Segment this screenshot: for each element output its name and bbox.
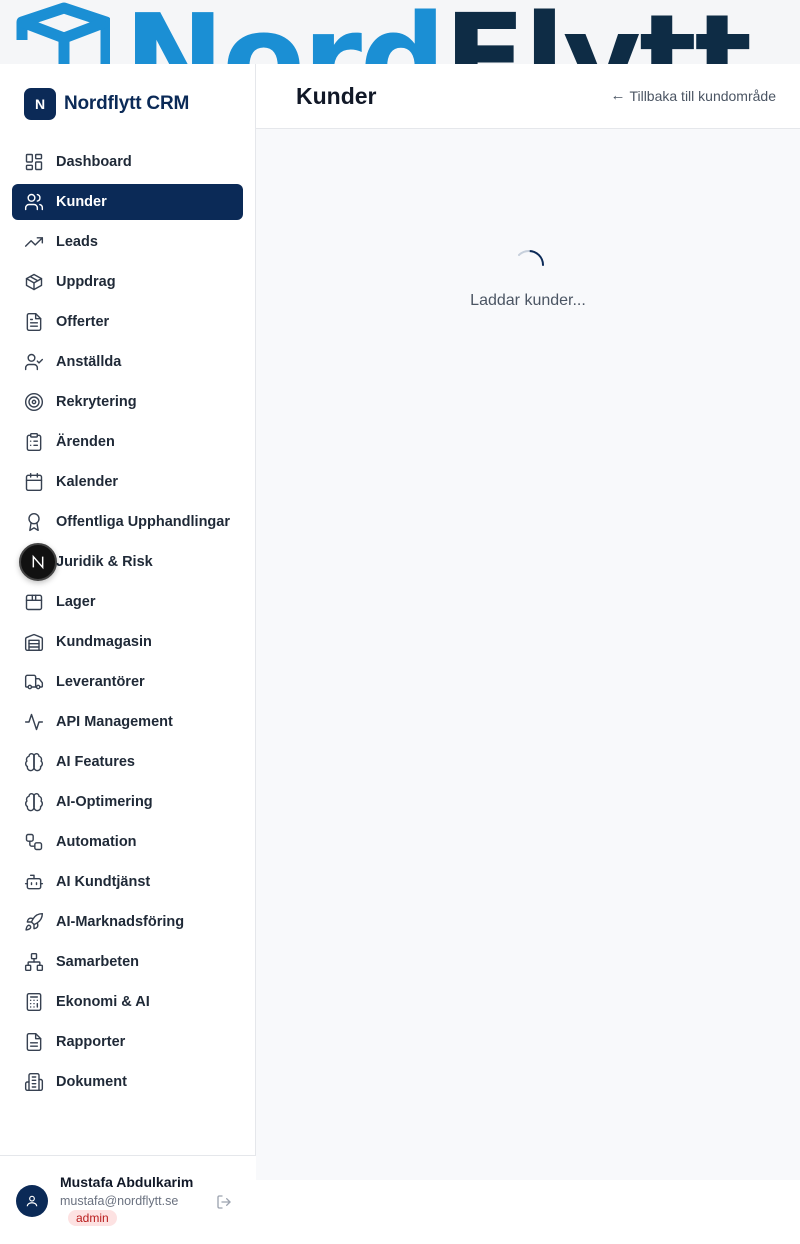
brand[interactable]: N Nordflytt CRM bbox=[24, 88, 189, 120]
calendar-icon bbox=[24, 472, 44, 492]
logout-button[interactable] bbox=[214, 1192, 234, 1212]
sidebar-item-label: Offerter bbox=[56, 314, 110, 330]
sidebar-item-offerter[interactable]: Offerter bbox=[12, 304, 243, 340]
rocket-icon bbox=[24, 912, 44, 932]
logout-icon bbox=[217, 1195, 231, 1209]
target-icon bbox=[24, 392, 44, 412]
workflow-icon bbox=[24, 832, 44, 852]
loading-text: Laddar kunder... bbox=[470, 292, 586, 309]
sidebar-item-uppdrag[interactable]: Uppdrag bbox=[12, 264, 243, 300]
box-logo-icon bbox=[16, 2, 110, 64]
sidebar-item-api-management[interactable]: API Management bbox=[12, 704, 243, 740]
sidebar-item-kalender[interactable]: Kalender bbox=[12, 464, 243, 500]
brain-icon bbox=[24, 792, 44, 812]
sidebar-item-lager[interactable]: Lager bbox=[12, 584, 243, 620]
sidebar-item-ai-features[interactable]: AI Features bbox=[12, 744, 243, 780]
sidebar-item-rekrytering[interactable]: Rekrytering bbox=[12, 384, 243, 420]
user-name: Mustafa Abdulkarim bbox=[60, 1174, 194, 1190]
sidebar-item-label: Dokument bbox=[56, 1074, 127, 1090]
sidebar-item-ai-marknadsforing[interactable]: AI-Marknadsföring bbox=[12, 904, 243, 940]
sidebar-item-label: Leads bbox=[56, 234, 98, 250]
page-title: Kunder bbox=[296, 83, 377, 109]
box-icon bbox=[24, 592, 44, 612]
sidebar-item-label: API Management bbox=[56, 714, 173, 730]
sidebar-item-label: Lager bbox=[56, 594, 96, 610]
brand-name: Nordflytt CRM bbox=[64, 93, 190, 114]
page-header: Kunder ← Tillbaka till kundområde bbox=[256, 64, 800, 129]
sidebar-item-label: Ekonomi & AI bbox=[56, 994, 150, 1010]
sidebar-item-samarbeten[interactable]: Samarbeten bbox=[12, 944, 243, 980]
loading-spinner-icon bbox=[518, 249, 544, 266]
n-logo-icon bbox=[32, 554, 44, 570]
user-icon bbox=[26, 1195, 38, 1207]
sidebar-item-label: Automation bbox=[56, 834, 137, 850]
sidebar-item-dokument[interactable]: Dokument bbox=[12, 1064, 243, 1100]
package-icon bbox=[24, 272, 44, 292]
user-panel: Mustafa Abdulkarim mustafa@nordflytt.se … bbox=[0, 1155, 256, 1244]
activity-icon bbox=[24, 712, 44, 732]
sidebar-item-label: AI-Optimering bbox=[56, 794, 153, 810]
sidebar-item-label: Juridik & Risk bbox=[56, 554, 153, 570]
avatar[interactable] bbox=[16, 1185, 48, 1217]
sidebar-item-ai-optimering[interactable]: AI-Optimering bbox=[12, 784, 243, 820]
back-link[interactable]: ← Tillbaka till kundområde bbox=[610, 87, 776, 104]
sidebar-item-label: Ärenden bbox=[56, 434, 115, 450]
sidebar-item-label: Kundmagasin bbox=[56, 634, 152, 650]
warehouse-icon bbox=[24, 632, 44, 652]
calculator-icon bbox=[24, 992, 44, 1012]
sidebar-item-label: Dashboard bbox=[56, 154, 132, 170]
users-icon bbox=[24, 192, 44, 212]
sidebar-item-label: Kalender bbox=[56, 474, 119, 490]
brand-logo: N bbox=[24, 88, 56, 120]
sidebar-item-ai-kundtjanst[interactable]: AI Kundtjänst bbox=[12, 864, 243, 900]
sidebar-item-offentliga-upphandlingar[interactable]: Offentliga Upphandlingar bbox=[12, 504, 243, 540]
network-icon bbox=[24, 952, 44, 972]
sidebar: N Nordflytt CRM Dashboard Kunder Leads Uppd… bbox=[0, 64, 256, 1244]
sidebar-item-dashboard[interactable]: Dashboard bbox=[12, 144, 243, 180]
truck-icon bbox=[24, 672, 44, 692]
arrow-left-icon: ← bbox=[610, 87, 626, 104]
dev-tools-button[interactable] bbox=[19, 543, 57, 581]
sidebar-item-anstallda[interactable]: Anställda bbox=[12, 344, 243, 380]
trending-up-icon bbox=[24, 232, 44, 252]
sidebar-item-label: Leverantörer bbox=[56, 674, 145, 690]
file-text-icon bbox=[24, 312, 44, 332]
sidebar-item-label: Anställda bbox=[56, 354, 122, 370]
main-content: Kunder ← Tillbaka till kundområde Laddar… bbox=[256, 64, 800, 1180]
brain-icon bbox=[24, 752, 44, 772]
top-banner: NordFlytt bbox=[0, 0, 800, 64]
sidebar-item-label: Kunder bbox=[56, 194, 107, 210]
back-link-label: Tillbaka till kundområde bbox=[629, 87, 776, 104]
sidebar-item-automation[interactable]: Automation bbox=[12, 824, 243, 860]
user-email: mustafa@nordflytt.se bbox=[60, 1194, 179, 1208]
sidebar-item-label: Uppdrag bbox=[56, 274, 116, 290]
sidebar-item-label: Offentliga Upphandlingar bbox=[56, 514, 230, 530]
sidebar-item-ekonomi-ai[interactable]: Ekonomi & AI bbox=[12, 984, 243, 1020]
sidebar-item-rapporter[interactable]: Rapporter bbox=[12, 1024, 243, 1060]
user-check-icon bbox=[24, 352, 44, 372]
sidebar-item-label: AI Kundtjänst bbox=[56, 874, 151, 890]
clipboard-icon bbox=[24, 432, 44, 452]
bot-icon bbox=[24, 872, 44, 892]
banner-wordmark: NordFlytt bbox=[124, 0, 752, 64]
sidebar-item-arenden[interactable]: Ärenden bbox=[12, 424, 243, 460]
sidebar-nav: Dashboard Kunder Leads Uppdrag Offerter Anstä… bbox=[12, 144, 243, 1104]
building-icon bbox=[24, 1072, 44, 1092]
sidebar-item-label: Rapporter bbox=[56, 1034, 126, 1050]
sidebar-item-label: Rekrytering bbox=[56, 394, 137, 410]
dashboard-icon bbox=[24, 152, 44, 172]
sidebar-item-label: AI-Marknadsföring bbox=[56, 914, 185, 930]
sidebar-item-label: Samarbeten bbox=[56, 954, 140, 970]
sidebar-item-label: AI Features bbox=[56, 754, 135, 770]
role-badge: admin bbox=[68, 1210, 117, 1226]
sidebar-item-kunder[interactable]: Kunder bbox=[12, 184, 243, 220]
report-icon bbox=[24, 1032, 44, 1052]
sidebar-item-leverantorer[interactable]: Leverantörer bbox=[12, 664, 243, 700]
sidebar-item-kundmagasin[interactable]: Kundmagasin bbox=[12, 624, 243, 660]
award-icon bbox=[24, 512, 44, 532]
sidebar-item-leads[interactable]: Leads bbox=[12, 224, 243, 260]
